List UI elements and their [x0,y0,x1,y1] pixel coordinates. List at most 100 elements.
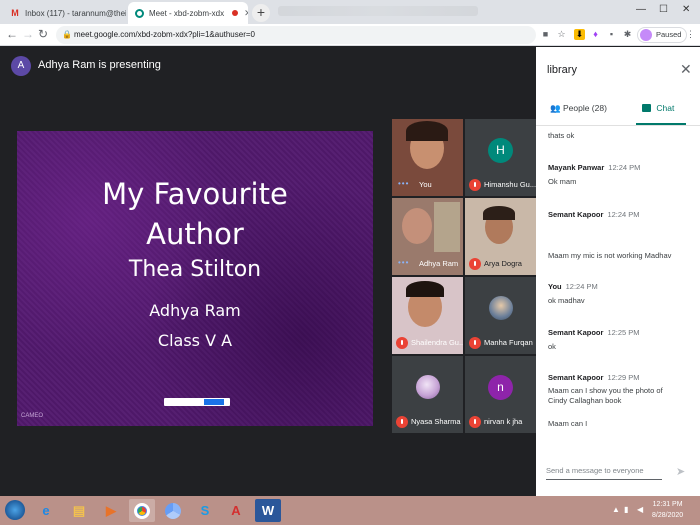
forward-icon[interactable]: → [22,27,34,41]
url-text: meet.google.com/xbd-zobm-xdx?pli=1&authu… [74,30,255,39]
chat-messages: thats ok Mayank Panwar 12:24 PM Ok mam Se… [536,126,696,460]
participant-tile[interactable]: Manha Furqan [465,277,536,354]
people-icon: 👥 [550,103,561,113]
chrome-icon[interactable] [129,499,155,522]
extension-icon[interactable]: ▪ [606,29,617,40]
skype-icon[interactable]: S [192,499,218,522]
slide-author-name: Adhya Ram [149,301,241,320]
back-icon[interactable]: ← [6,27,18,41]
participant-name: Himanshu Gu... [484,180,536,189]
presenting-banner: Adhya Ram is presenting [38,59,161,71]
browser-tab-strip: M Inbox (117) - tarannum@theindi ✕ Meet … [0,0,700,24]
chat-message: Mayank Panwar 12:24 PM Ok mam [548,163,694,187]
participant-name: Adhya Ram [419,259,459,268]
tab-gmail[interactable]: M Inbox (117) - tarannum@theindi ✕ [4,2,126,24]
system-clock[interactable]: 12:31 PM 8/28/2020 [652,499,683,521]
avatar: A [11,56,31,76]
message-time: 12:24 PM [565,282,598,291]
lock-icon: 🔒 [62,30,72,39]
tab-label: Meet - xbd-zobm-xdx [149,8,225,18]
meet-icon [134,8,144,18]
message-text: ok madhav [548,296,585,305]
slide-title-line: My Favourite [102,177,288,211]
internet-explorer-icon[interactable]: e [33,499,59,522]
close-icon[interactable]: ✕ [680,61,692,78]
chat-input[interactable]: Send a message to everyone [546,466,662,480]
message-time: 12:25 PM [607,328,640,337]
tab-chat[interactable]: Chat [642,103,674,113]
close-window-icon[interactable]: ✕ [682,4,690,15]
chat-message: Semant Kapoor 12:24 PM [548,210,694,220]
chat-message: Semant Kapoor 12:29 PM Maam can I show yo… [548,373,694,406]
participant-tile[interactable]: ••• You [392,119,463,196]
message-sender: Mayank Panwar [548,163,605,172]
tab-label: Chat [656,103,675,113]
menu-icon[interactable]: ⋮ [685,29,696,40]
tab-label: Inbox (117) - tarannum@theindi [25,8,126,18]
profile-button[interactable]: Paused [637,27,688,43]
side-panel: library ✕ 👥 People (28) Chat thats ok Ma… [536,47,700,496]
volume-icon[interactable]: ◀ [637,505,643,514]
profile-status: Paused [656,30,682,39]
star-icon[interactable]: ☆ [556,29,567,40]
presentation-slide: My Favourite Author Thea Stilton Adhya R… [17,131,373,426]
media-player-icon[interactable]: ▶ [98,499,124,522]
participant-video [402,208,432,244]
gmail-icon: M [11,8,19,18]
participant-tile[interactable]: Nyasa Sharma [392,356,463,433]
slide-title-line: Author [146,217,244,251]
participant-tile[interactable]: Arya Dogra [465,198,536,275]
message-sender: Semant Kapoor [548,328,604,337]
message-text: Ok mam [548,177,577,186]
file-explorer-icon[interactable]: ▤ [66,499,92,522]
message-time: 12:24 PM [607,210,640,219]
blurred-tabs [278,6,478,16]
participant-tile[interactable]: H Himanshu Gu... [465,119,536,196]
send-icon[interactable]: ➤ [676,465,685,478]
panel-title: library [547,64,577,76]
clock-date: 8/28/2020 [652,512,684,519]
word-icon[interactable]: W [255,499,281,522]
new-tab-button[interactable]: + [252,4,270,22]
message-text: Maam can I show you the photo of Cindy C… [548,386,663,405]
start-button[interactable] [0,496,28,525]
message-text: thats ok [548,131,575,140]
slide-watermark: CAMEO [21,413,44,419]
minimize-icon[interactable]: — [636,4,646,15]
participant-tile[interactable]: n nirvan k jha [465,356,536,433]
tray-arrow-icon[interactable]: ▲ [612,505,620,514]
message-time: 12:29 PM [607,373,640,382]
extension-icon[interactable]: ♦ [590,29,601,40]
avatar: n [488,375,513,400]
reload-icon[interactable]: ↻ [38,27,48,41]
participant-name: Shailendra Gu... [411,338,463,347]
participant-name: Manha Furqan [484,338,533,347]
participant-tile[interactable]: ••• Adhya Ram [392,198,463,275]
browser-toolbar: ← → ↻ 🔒 meet.google.com/xbd-zobm-xdx?pli… [0,24,700,46]
maximize-icon[interactable]: ☐ [659,4,668,15]
message-text: ok [548,342,556,351]
tab-people[interactable]: 👥 People (28) [550,103,607,114]
avatar [640,29,652,41]
message-text: Maam my mic is not working Madhav [548,251,672,260]
chat-icon [642,104,651,112]
network-icon[interactable]: ▮ [624,505,628,514]
participant-name: You [419,180,432,189]
chat-message: Semant Kapoor 12:25 PM ok [548,328,694,352]
avatar [416,375,440,399]
close-icon[interactable]: ✕ [238,8,248,19]
tab-meet[interactable]: Meet - xbd-zobm-xdx ✕ [128,2,248,24]
message-sender: Semant Kapoor [548,210,604,219]
chrome-icon[interactable] [160,499,186,522]
message-time: 12:24 PM [608,163,641,172]
extension-icon[interactable]: ⬇ [574,29,585,40]
acrobat-icon[interactable]: A [223,499,249,522]
extensions-puzzle-icon[interactable]: ✱ [622,29,633,40]
message-text: Maam can I [548,419,588,428]
chat-message: Maam my mic is not working Madhav [548,251,694,261]
clock-time: 12:31 PM [652,501,683,508]
camera-icon[interactable]: ■ [540,29,551,40]
address-bar[interactable]: 🔒 meet.google.com/xbd-zobm-xdx?pli=1&aut… [56,26,536,44]
participant-name: nirvan k jha [484,417,523,426]
participant-tile[interactable]: Shailendra Gu... [392,277,463,354]
